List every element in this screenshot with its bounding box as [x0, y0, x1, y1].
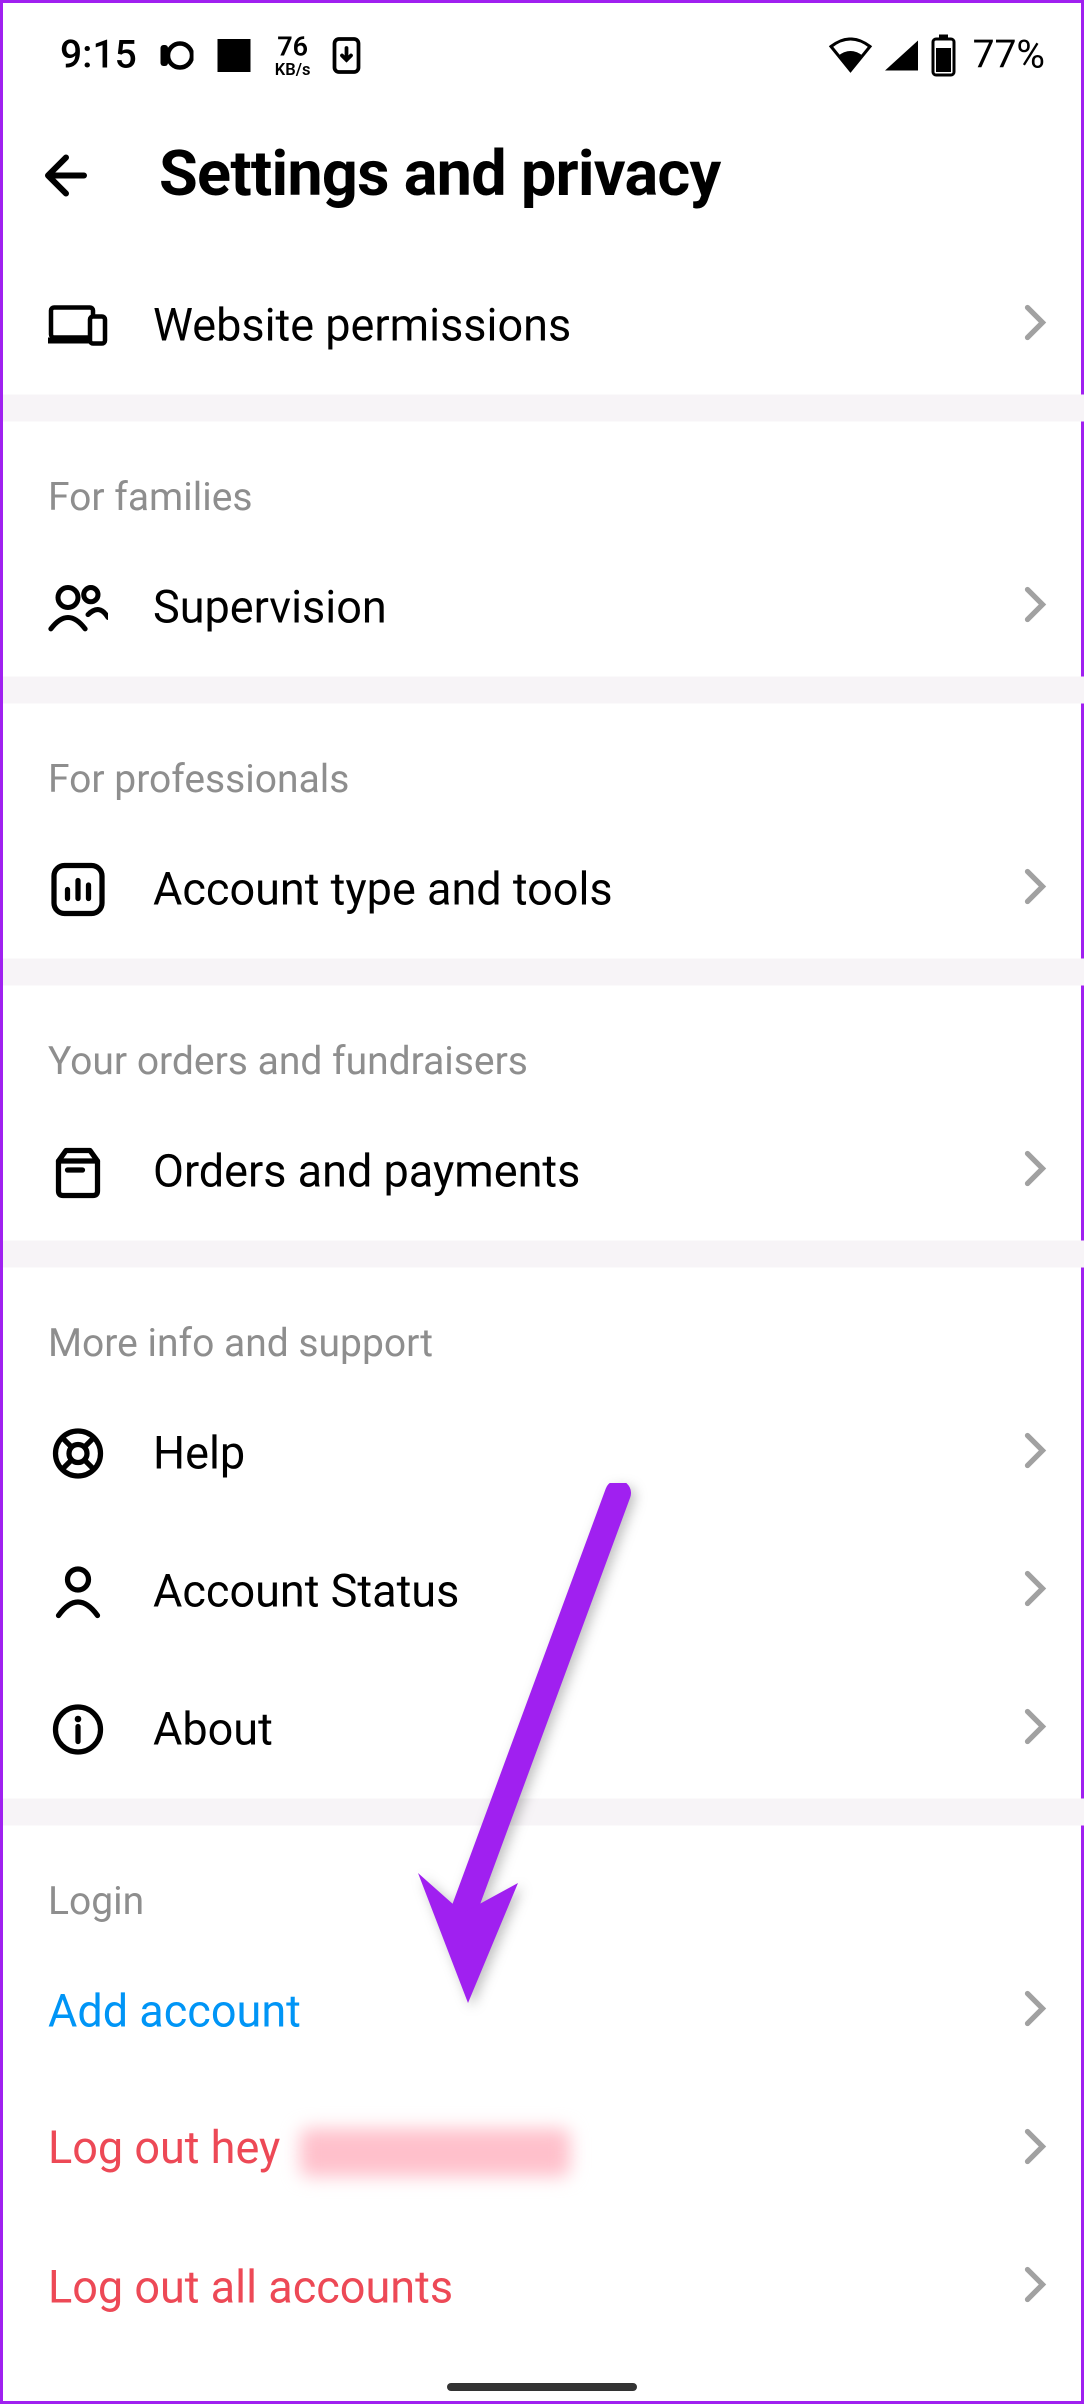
add-account-label: Add account [48, 1985, 976, 2038]
people-icon [48, 582, 108, 633]
chevron-right-icon [1021, 1988, 1048, 2036]
add-account-row[interactable]: Add account [3, 1943, 1084, 2081]
lifebuoy-icon [48, 1425, 108, 1482]
status-data-rate: 76 KB/s [275, 34, 311, 78]
chevron-right-icon [1021, 1706, 1048, 1754]
about-row[interactable]: About [3, 1661, 1084, 1799]
section-divider [3, 395, 1084, 422]
families-section-header: For families [3, 422, 1084, 539]
website-permissions-label: Website permissions [153, 299, 976, 352]
supervision-label: Supervision [153, 581, 976, 634]
section-divider [3, 677, 1084, 704]
account-status-label: Account Status [153, 1565, 976, 1618]
about-label: About [153, 1703, 976, 1756]
chart-square-icon [48, 861, 108, 918]
chevron-right-icon [1021, 1148, 1048, 1196]
nav-handle[interactable] [447, 2383, 637, 2391]
help-label: Help [153, 1427, 976, 1480]
devices-icon [48, 302, 108, 350]
status-notif-icon [158, 38, 194, 74]
logout-user-label: Log out hey [48, 2123, 976, 2176]
box-icon [48, 1143, 108, 1200]
chevron-right-icon [1021, 584, 1048, 632]
logout-user-row[interactable]: Log out hey [3, 2081, 1084, 2219]
section-divider [3, 1799, 1084, 1826]
account-type-tools-row[interactable]: Account type and tools [3, 821, 1084, 959]
section-divider [3, 959, 1084, 986]
status-bar: 9:15 76 KB/s 77% [3, 3, 1084, 108]
supervision-row[interactable]: Supervision [3, 539, 1084, 677]
chevron-right-icon [1021, 302, 1048, 350]
orders-payments-row[interactable]: Orders and payments [3, 1103, 1084, 1241]
status-square-icon [215, 36, 254, 75]
orders-section-header: Your orders and fundraisers [3, 986, 1084, 1103]
chevron-right-icon [1021, 1430, 1048, 1478]
wifi-icon [829, 38, 874, 74]
battery-icon [931, 35, 958, 77]
account-type-tools-label: Account type and tools [153, 863, 976, 916]
chevron-right-icon [1021, 2126, 1048, 2174]
login-section-header: Login [3, 1826, 1084, 1943]
logout-all-row[interactable]: Log out all accounts [3, 2219, 1084, 2357]
redacted-username [301, 2128, 571, 2176]
account-status-row[interactable]: Account Status [3, 1523, 1084, 1661]
person-icon [48, 1563, 108, 1620]
logout-all-label: Log out all accounts [48, 2261, 976, 2314]
app-header: Settings and privacy [3, 108, 1084, 257]
website-permissions-row[interactable]: Website permissions [3, 257, 1084, 395]
battery-percent: 77% [973, 33, 1045, 78]
chevron-right-icon [1021, 866, 1048, 914]
orders-payments-label: Orders and payments [153, 1145, 976, 1198]
section-divider [3, 1241, 1084, 1268]
help-row[interactable]: Help [3, 1385, 1084, 1523]
back-arrow-icon[interactable] [39, 142, 105, 208]
info-icon [48, 1701, 108, 1758]
status-time: 9:15 [60, 33, 137, 78]
professionals-section-header: For professionals [3, 704, 1084, 821]
chevron-right-icon [1021, 2264, 1048, 2312]
download-icon [331, 36, 361, 75]
signal-icon [883, 38, 922, 74]
support-section-header: More info and support [3, 1268, 1084, 1385]
page-title: Settings and privacy [159, 138, 720, 212]
chevron-right-icon [1021, 1568, 1048, 1616]
